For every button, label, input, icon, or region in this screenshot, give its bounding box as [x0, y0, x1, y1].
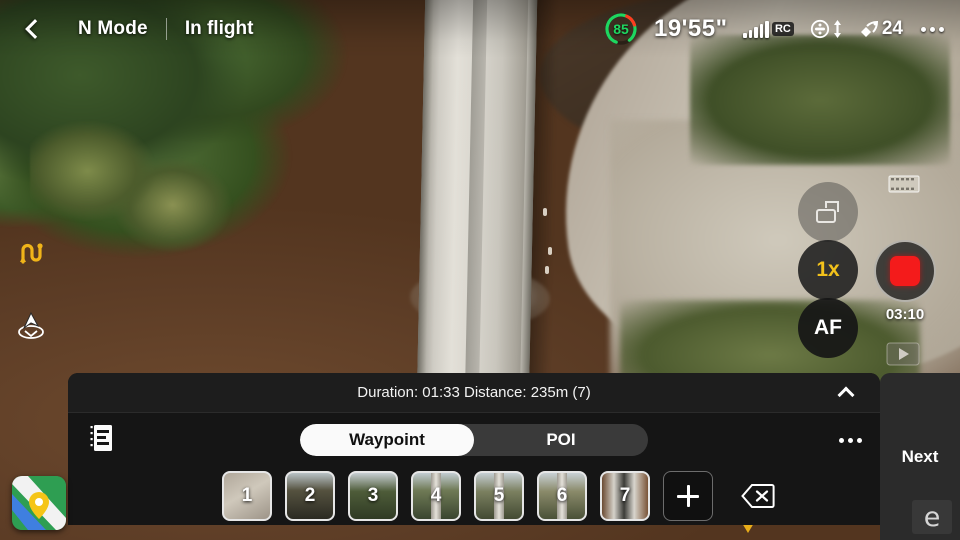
waypoint-thumb[interactable]: 2 [285, 471, 335, 521]
status-indicators: 85 19'55" RC 24 [604, 12, 946, 46]
collapse-panel-button[interactable] [826, 373, 866, 413]
backspace-delete-icon [741, 484, 775, 508]
feed-person [545, 266, 549, 274]
map-toggle-button[interactable] [12, 476, 66, 530]
delete-waypoint-button[interactable] [736, 474, 780, 518]
left-control-rail [8, 230, 54, 374]
obstacle-sensing-icon [810, 19, 829, 39]
kebab-dot [848, 437, 853, 443]
mission-toolbar: Waypoint POI [68, 413, 880, 467]
flight-mode-label: N Mode [78, 18, 148, 39]
waypoint-thumb[interactable]: 5 [474, 471, 524, 521]
zoom-level-label: 1x [816, 258, 840, 281]
satellite-icon [860, 20, 878, 37]
autofocus-button[interactable]: AF [798, 298, 858, 358]
waypoint-thumbnail-list: 1 2 3 4 5 6 7 [68, 467, 880, 525]
zoom-level-button[interactable]: 1x [798, 240, 858, 300]
signal-bars-icon [743, 20, 769, 38]
waypoint-number: 6 [556, 485, 568, 506]
waypoint-thumb[interactable]: 3 [348, 471, 398, 521]
camera-controls: 1x AF 03:10 [790, 160, 960, 400]
rc-signal-indicator: RC [743, 20, 794, 38]
feed-person [548, 247, 552, 255]
kebab-dot [839, 437, 844, 443]
stop-record-square-icon [890, 256, 920, 286]
satellite-count-label: 24 [881, 18, 903, 39]
mission-summary-bar: Duration: 01:33 Distance: 235m (7) [68, 373, 880, 413]
feed-person [543, 208, 547, 216]
tab-poi[interactable]: POI [474, 424, 648, 456]
autofocus-label: AF [814, 316, 842, 339]
rc-badge-label: RC [771, 22, 794, 36]
mission-type-segmented-control: Waypoint POI [300, 424, 648, 456]
waypoint-number: 5 [493, 485, 505, 506]
add-waypoint-button[interactable] [663, 471, 713, 521]
obstacle-sensing-indicator[interactable] [810, 19, 842, 39]
top-status-bar: N Mode In flight 85 19'55" RC 24 [0, 0, 960, 58]
waypoint-thumb[interactable]: 7 [600, 471, 650, 521]
topbar-divider [165, 18, 167, 40]
feed-bridge [416, 0, 538, 412]
gps-satellite-indicator: 24 [858, 18, 903, 40]
flight-time-label: 19'55" [653, 15, 728, 42]
feed-bridge-center-line [464, 0, 488, 411]
map-thumbnail-icon [12, 476, 66, 530]
waypoint-thumb[interactable]: 4 [411, 471, 461, 521]
waypoint-number: 2 [304, 485, 316, 506]
plus-icon [677, 485, 699, 507]
mission-summary-label: Duration: 01:33 Distance: 235m (7) [357, 384, 591, 401]
record-button[interactable] [874, 240, 936, 302]
film-strip-icon [888, 175, 920, 193]
camera-photo-video-switch-icon [816, 201, 839, 223]
flight-state-label: In flight [184, 18, 254, 39]
mission-list-button[interactable] [90, 423, 116, 458]
waypoint-number: 3 [367, 485, 379, 506]
mission-list-icon [90, 424, 112, 451]
kebab-dot [939, 26, 944, 32]
tab-waypoint[interactable]: Waypoint [300, 424, 474, 456]
kebab-dot [921, 26, 926, 32]
watermark-label: e [923, 501, 941, 533]
next-button-label: Next [901, 446, 939, 466]
top-menu-button[interactable] [919, 21, 946, 38]
up-down-arrow-icon [833, 20, 841, 38]
feed-tree-patch [30, 120, 260, 290]
camera-mode-film-button[interactable] [888, 172, 920, 201]
waypoint-mission-panel: Duration: 01:33 Distance: 235m (7) Waypo… [68, 373, 880, 525]
chevron-left-icon [25, 19, 45, 39]
waypoint-number: 1 [241, 485, 253, 506]
waypoint-number: 7 [619, 485, 631, 506]
kebab-dot [857, 437, 862, 443]
battery-indicator[interactable]: 85 [604, 12, 638, 46]
return-to-home-button[interactable] [8, 302, 54, 348]
battery-percent-label: 85 [613, 21, 629, 37]
waypoint-thumb[interactable]: 1 [222, 471, 272, 521]
engadget-watermark: e [912, 500, 952, 534]
waypoint-route-button[interactable] [8, 230, 54, 276]
drone-camera-app: N Mode In flight 85 19'55" RC 24 1x AF 0… [0, 0, 960, 540]
mission-menu-button[interactable] [837, 430, 864, 451]
chevron-up-icon [837, 386, 855, 404]
return-to-home-icon [18, 311, 44, 339]
back-button[interactable] [12, 6, 58, 52]
playback-button[interactable] [886, 342, 920, 371]
waypoint-number: 4 [430, 485, 442, 506]
play-triangle-icon [886, 342, 920, 366]
kebab-dot [930, 26, 935, 32]
camera-mode-switch-button[interactable] [798, 182, 858, 242]
waypoint-route-icon [20, 243, 43, 264]
waypoint-thumb[interactable]: 6 [537, 471, 587, 521]
record-time-label: 03:10 [885, 306, 925, 323]
